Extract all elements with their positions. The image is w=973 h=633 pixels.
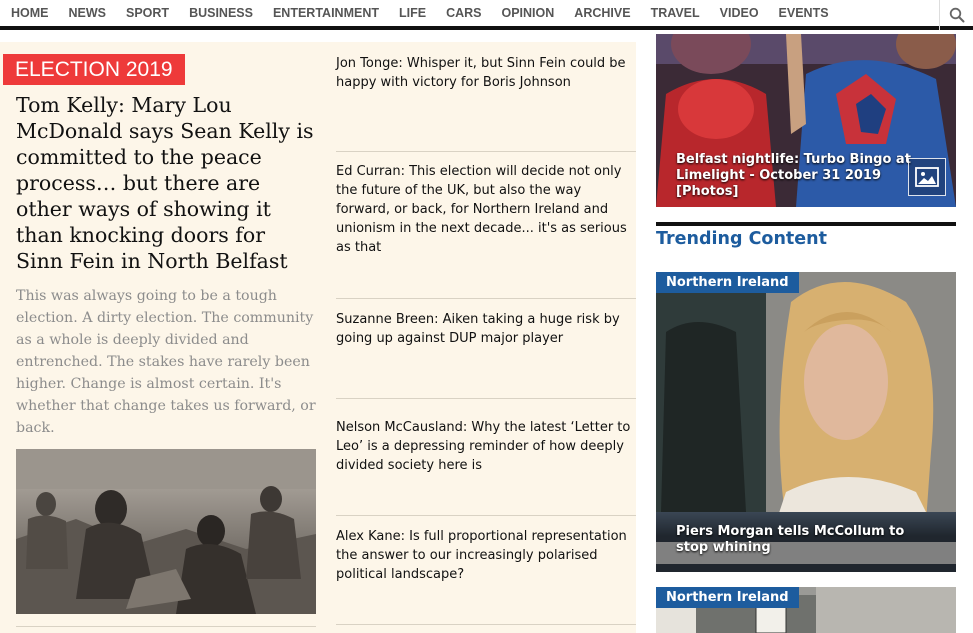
trending-card[interactable]: Northern Ireland — [656, 587, 956, 633]
archive-photo — [16, 449, 316, 614]
nav-events[interactable]: EVENTS — [769, 0, 839, 28]
nav-business[interactable]: BUSINESS — [179, 0, 263, 28]
list-item[interactable]: Ed Curran: This election will decide not… — [336, 162, 636, 257]
divider — [336, 398, 636, 399]
nav-life[interactable]: LIFE — [389, 0, 436, 28]
search-icon — [949, 7, 964, 23]
trending-caption[interactable]: Piers Morgan tells McCollum to stop whin… — [656, 512, 956, 572]
lead-article-image[interactable] — [16, 449, 316, 614]
divider — [336, 298, 636, 299]
main-navigation: HOME NEWS SPORT BUSINESS ENTERTAINMENT L… — [0, 0, 973, 30]
search-button[interactable] — [939, 0, 973, 30]
nav-cars[interactable]: CARS — [436, 0, 491, 28]
election-tag[interactable]: ELECTION 2019 — [3, 54, 185, 85]
nav-video[interactable]: VIDEO — [710, 0, 769, 28]
list-item[interactable]: Jon Tonge: Whisper it, but Sinn Fein cou… — [336, 54, 636, 92]
lead-summary: This was always going to be a tough elec… — [16, 288, 316, 436]
nav-news[interactable]: NEWS — [59, 0, 117, 28]
divider — [336, 515, 636, 516]
category-badge[interactable]: Northern Ireland — [656, 272, 799, 293]
lead-headline[interactable]: Tom Kelly: Mary Lou McDonald says Sean K… — [16, 92, 316, 274]
gallery-icon[interactable] — [908, 158, 946, 196]
list-item[interactable]: Nelson McCausland: Why the latest ‘Lette… — [336, 418, 636, 475]
category-badge[interactable]: Northern Ireland — [656, 587, 799, 608]
gallery-card[interactable]: Belfast nightlife: Turbo Bingo at Limeli… — [656, 34, 956, 207]
list-item[interactable]: Suzanne Breen: Aiken taking a huge risk … — [336, 310, 636, 348]
trending-card[interactable]: Northern Ireland Piers Morgan tells McCo… — [656, 272, 956, 572]
nav-sport[interactable]: SPORT — [116, 0, 179, 28]
nav-opinion[interactable]: OPINION — [492, 0, 565, 28]
divider — [336, 624, 636, 625]
nav-archive[interactable]: ARCHIVE — [564, 0, 640, 28]
list-item[interactable]: Alex Kane: Is full proportional represen… — [336, 527, 636, 584]
nav-entertainment[interactable]: ENTERTAINMENT — [263, 0, 389, 28]
divider — [336, 151, 636, 152]
gallery-caption[interactable]: Belfast nightlife: Turbo Bingo at Limeli… — [676, 152, 916, 200]
section-divider — [656, 222, 956, 226]
nav-travel[interactable]: TRAVEL — [641, 0, 710, 28]
trending-heading: Trending Content — [656, 229, 827, 249]
nav-home[interactable]: HOME — [0, 0, 59, 28]
election-feature-panel: ELECTION 2019 Tom Kelly: Mary Lou McDona… — [0, 42, 636, 633]
divider — [16, 626, 316, 627]
image-icon — [915, 167, 939, 187]
